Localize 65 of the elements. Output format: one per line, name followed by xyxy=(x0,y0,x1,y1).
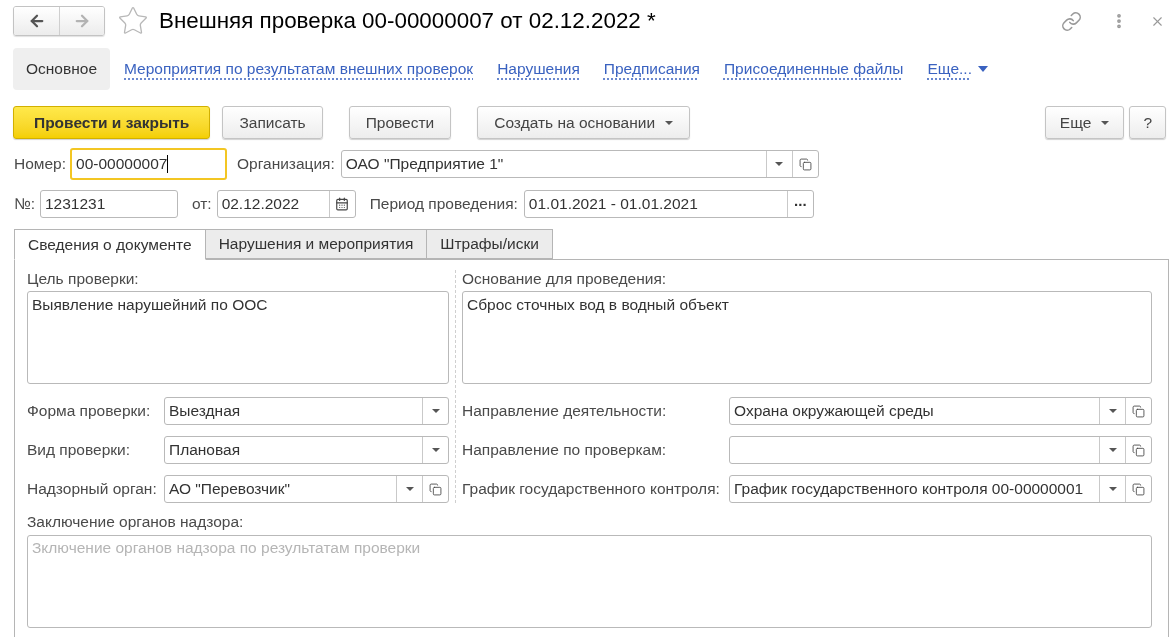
toolbar-button[interactable]: Создать на основании xyxy=(477,106,691,139)
field-label: Основание для проведения: xyxy=(462,270,668,288)
field-label: Заключение органов надзора: xyxy=(27,513,245,531)
nav-tab[interactable]: Основное xyxy=(13,48,111,90)
organization-field[interactable]: ОАО "Предприятие 1" xyxy=(340,150,819,178)
basis-text-area[interactable]: Сброс сточных вод в водный объект xyxy=(462,291,1152,384)
text-cursor-icon xyxy=(167,155,169,173)
toolbar-button[interactable]: Провести и закрыть xyxy=(13,106,211,139)
squares-icon xyxy=(1132,443,1145,457)
select-field[interactable]: Охрана окружающей среды xyxy=(729,397,1152,425)
more-link[interactable]: Еще... xyxy=(927,57,988,81)
caret-icon xyxy=(1108,448,1117,452)
caret-icon xyxy=(431,409,440,413)
tab[interactable]: Нарушения и мероприятия xyxy=(204,229,428,259)
caret-icon xyxy=(1101,120,1110,125)
caret-icon xyxy=(1108,409,1117,413)
toolbar-button[interactable]: ? xyxy=(1129,106,1166,139)
caret-icon xyxy=(775,162,784,166)
choose-button[interactable]: ... xyxy=(786,191,813,217)
number-field[interactable]: 1231231 xyxy=(39,190,178,218)
field-label: Организация: xyxy=(237,155,335,173)
nav-link[interactable]: Предписания xyxy=(603,57,700,81)
toolbar-button[interactable]: Провести xyxy=(348,106,452,139)
field-label: №: xyxy=(14,195,35,213)
field-label: Период проведения: xyxy=(369,195,518,213)
date-field[interactable]: 02.12.2022 xyxy=(216,190,356,218)
squares-icon xyxy=(1132,482,1145,496)
select-field[interactable]: Плановая xyxy=(164,436,449,464)
field-label: Цель проверки: xyxy=(27,270,140,288)
field-label: Направление деятельности: xyxy=(462,402,668,420)
window-title: Внешняя проверка 00-00000007 от 02.12.2022 * xyxy=(159,7,656,35)
nav-link[interactable]: Мероприятия по результатам внешних проверок xyxy=(124,57,474,81)
squares-icon xyxy=(429,482,442,496)
select-field[interactable]: АО "Перевозчик" xyxy=(164,475,449,503)
caret-icon xyxy=(431,448,440,452)
back-button[interactable] xyxy=(14,7,59,35)
link-icon[interactable] xyxy=(1061,10,1082,32)
nav-link[interactable]: Присоединенные файлы xyxy=(723,57,904,81)
squares-icon xyxy=(1132,404,1145,418)
calendar-icon xyxy=(335,197,350,211)
caret-icon xyxy=(665,120,674,125)
field-label: Вид проверки: xyxy=(27,441,132,459)
field-label: от: xyxy=(191,195,212,213)
period-field[interactable]: 01.01.2021 - 01.01.2021 ... xyxy=(523,190,814,218)
toolbar-button[interactable]: Записать xyxy=(222,106,323,139)
caret-icon xyxy=(1108,487,1117,491)
field-label: Форма проверки: xyxy=(27,402,152,420)
tab[interactable]: Штрафы/иски xyxy=(426,229,553,259)
select-field[interactable]: Выездная xyxy=(164,397,449,425)
field-label: Направление по проверкам: xyxy=(462,441,668,459)
select-field[interactable] xyxy=(729,436,1152,464)
squares-icon xyxy=(798,157,812,171)
select-field[interactable]: График государственного контроля 00-00000001 xyxy=(729,475,1152,503)
star-icon[interactable] xyxy=(117,5,149,37)
caret-icon xyxy=(977,66,988,72)
nav-link[interactable]: Нарушения xyxy=(497,57,580,81)
goal-text-area[interactable]: Выявление нарушейний по ООС xyxy=(27,291,449,384)
tab[interactable]: Сведения о документе xyxy=(14,229,206,260)
number-field[interactable]: 00-00000007 xyxy=(70,148,228,180)
caret-icon xyxy=(405,487,414,491)
field-label: Номер: xyxy=(14,155,67,173)
toolbar-button[interactable]: Еще xyxy=(1044,106,1125,139)
field-label: График государственного контроля: xyxy=(462,480,721,498)
field-label: Надзорный орган: xyxy=(27,480,158,498)
arrow-right-icon xyxy=(73,12,91,30)
